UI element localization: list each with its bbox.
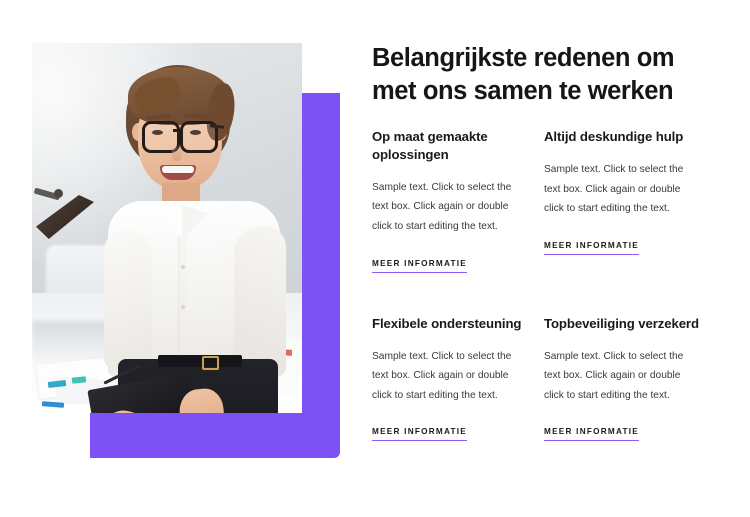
feature-more-info-link[interactable]: MEER INFORMATIE	[372, 427, 468, 442]
features-section: Op maat gemaakte oplossingen Sample text…	[372, 128, 712, 442]
feature-description: Sample text. Click to select the text bo…	[372, 350, 512, 401]
features-grid: Op maat gemaakte oplossingen Sample text…	[372, 128, 712, 442]
nose	[172, 145, 182, 161]
belt	[158, 355, 242, 367]
content-column: Belangrijkste redenen om met ons samen t…	[372, 0, 722, 517]
feature-title: Altijd deskundige hulp	[544, 129, 684, 144]
hero-photo	[32, 43, 302, 413]
feature-more-info-link[interactable]: MEER INFORMATIE	[544, 241, 640, 255]
hero-visual	[0, 0, 360, 517]
belt-buckle	[202, 356, 219, 370]
page-title: Belangrijkste redenen om met ons samen t…	[372, 44, 675, 105]
feature-more-info-link[interactable]: MEER INFORMATIE	[544, 427, 640, 442]
feature-card-3: Flexibele ondersteuning Sample text. Cli…	[372, 315, 544, 442]
glasses-bridge	[173, 129, 181, 132]
page-root: Belangrijkste redenen om met ons samen t…	[0, 0, 750, 517]
feature-title: Topbeveiliging verzekerd	[544, 315, 699, 331]
arm-left	[104, 229, 152, 369]
shirt-button	[181, 305, 185, 309]
feature-description: Sample text. Click to select the text bo…	[372, 181, 512, 233]
teeth	[162, 166, 194, 173]
shirt-button	[181, 265, 185, 269]
feature-card-4: Topbeveiliging verzekerd Sample text. Cl…	[544, 315, 712, 442]
feature-title: Op maat gemaakte oplossingen	[372, 129, 488, 162]
feature-title: Flexibele ondersteuning	[372, 315, 522, 331]
arm-right	[234, 227, 286, 377]
desk-lamp-joint	[54, 189, 63, 198]
mouth	[160, 165, 196, 180]
feature-description: Sample text. Click to select the text bo…	[544, 163, 684, 215]
feature-more-info-link[interactable]: MEER INFORMATIE	[372, 259, 468, 273]
feature-card-2: Altijd deskundige hulp Sample text. Clic…	[544, 128, 712, 273]
feature-card-1: Op maat gemaakte oplossingen Sample text…	[372, 128, 544, 273]
person-figure	[84, 59, 302, 413]
photo-background	[32, 43, 302, 413]
feature-description: Sample text. Click to select the text bo…	[544, 350, 684, 401]
